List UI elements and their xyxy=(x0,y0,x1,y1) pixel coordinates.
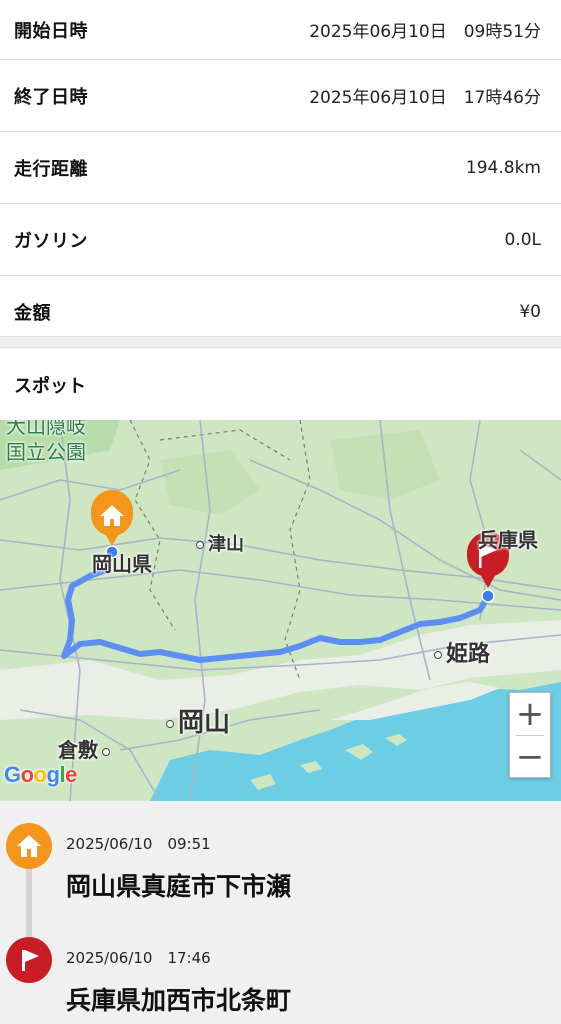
map-label-text: 津山 xyxy=(208,534,244,555)
row-value: 194.8km xyxy=(465,157,541,178)
map-label-text: 岡山 xyxy=(178,708,231,738)
map-label-tsuyama: 津山 xyxy=(196,530,244,556)
row-label: 走行距離 xyxy=(14,158,88,180)
zoom-controls: + − xyxy=(509,692,551,778)
end-datetime-row: 終了日時 2025年06月10日 17時46分 xyxy=(0,60,561,132)
map-label-okayama-pref: 岡山県 xyxy=(92,552,152,576)
row-value: 2025年06月10日 09時51分 xyxy=(309,22,541,42)
city-dot xyxy=(434,651,442,659)
spot-section-header: スポット xyxy=(0,349,561,420)
row-label: ガソリン xyxy=(14,230,88,252)
map-label-text: 倉敷 xyxy=(58,738,98,762)
distance-row: 走行距離 194.8km xyxy=(0,132,561,204)
map-label-hyogo-pref: 兵庫県 xyxy=(478,528,538,552)
park-label-1: 大山隠岐 xyxy=(6,420,86,438)
row-value: ¥0 xyxy=(519,302,541,322)
row-value: 2025年06月10日 17時46分 xyxy=(309,88,541,108)
city-dot xyxy=(166,719,174,728)
map-label-text: 姫路 xyxy=(446,642,491,667)
gasoline-row: ガソリン 0.0L xyxy=(0,204,561,276)
flag-icon xyxy=(6,937,52,983)
route-map[interactable]: 大山隠岐 国立公園 岡山県 津山 兵庫県 姫路 岡山 倉敷 xyxy=(0,420,561,801)
trip-info-list: 開始日時 2025年06月10日 09時51分 終了日時 2025年06月10日… xyxy=(0,0,561,348)
timeline-address: 兵庫県加西市北条町 xyxy=(66,986,292,1015)
spot-timeline: 2025/06/10 09:51 岡山県真庭市下市瀬 2025/06/10 17… xyxy=(0,801,561,1024)
row-label: 金額 xyxy=(14,303,51,324)
home-icon xyxy=(6,823,52,869)
row-label: 終了日時 xyxy=(14,86,88,108)
map-label-okayama: 岡山 xyxy=(166,702,230,739)
zoom-out-button[interactable]: − xyxy=(510,736,550,778)
map-label-kurashiki: 倉敷 xyxy=(58,734,114,763)
map-label-himeji: 姫路 xyxy=(434,636,490,668)
start-datetime-row: 開始日時 2025年06月10日 09時51分 xyxy=(0,0,561,60)
park-label-2: 国立公園 xyxy=(6,440,86,464)
timeline-datetime: 2025/06/10 09:51 xyxy=(66,835,211,853)
row-label: 開始日時 xyxy=(14,20,88,42)
google-logo: Google xyxy=(4,762,77,787)
row-value: 0.0L xyxy=(504,229,541,250)
spot-title: スポット xyxy=(14,375,86,397)
city-dot xyxy=(196,541,204,549)
city-dot xyxy=(102,747,110,756)
timeline-address: 岡山県真庭市下市瀬 xyxy=(66,872,292,901)
end-point xyxy=(481,589,495,603)
timeline-datetime: 2025/06/10 17:46 xyxy=(66,949,211,967)
section-divider xyxy=(0,336,561,348)
zoom-in-button[interactable]: + xyxy=(510,693,550,735)
